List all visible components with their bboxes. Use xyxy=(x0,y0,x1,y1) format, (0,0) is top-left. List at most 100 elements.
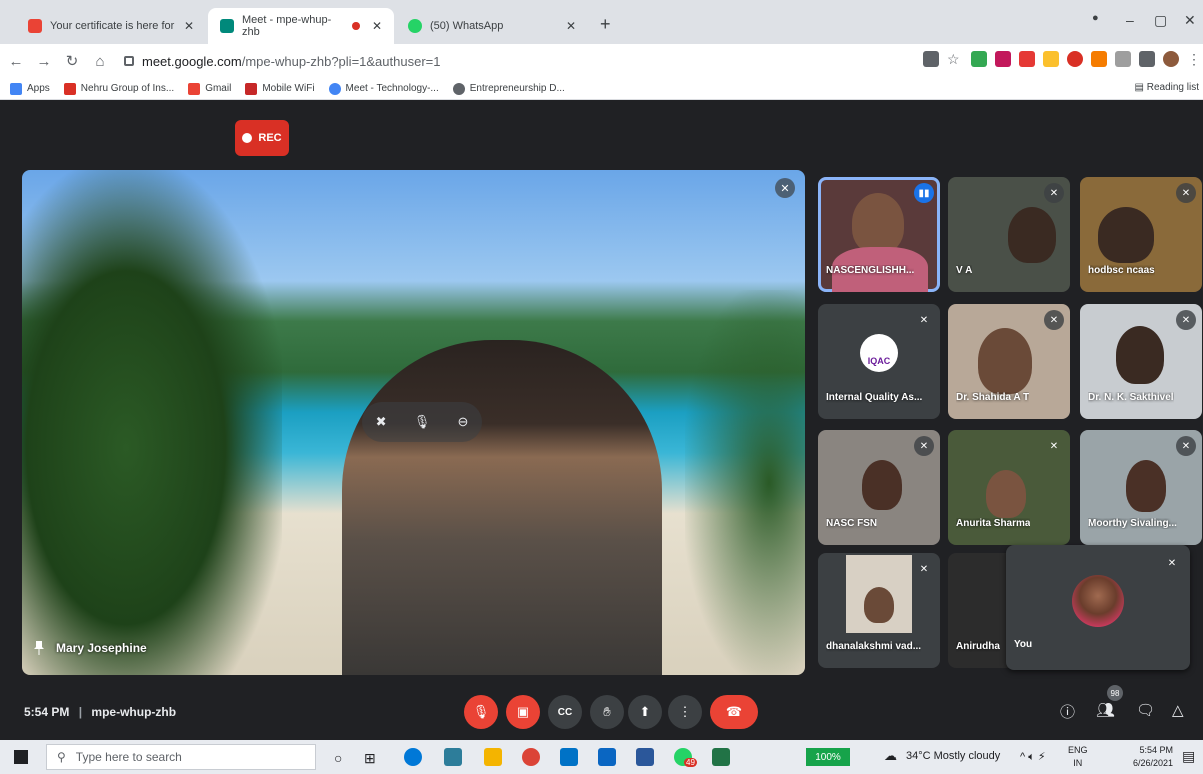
reload-icon[interactable]: ↻ xyxy=(60,52,84,70)
speaker-video xyxy=(342,340,662,675)
record-dot-icon xyxy=(242,133,253,143)
word-icon[interactable] xyxy=(636,748,654,766)
star-icon[interactable]: ☆ xyxy=(947,51,963,67)
ext-icon[interactable] xyxy=(995,51,1011,67)
drive-ext-icon[interactable] xyxy=(971,51,987,67)
present-button[interactable]: ⬆ xyxy=(628,695,662,729)
more-options-button[interactable]: ⋮ xyxy=(668,695,702,729)
ext-icon[interactable] xyxy=(1019,51,1035,67)
participant-tile[interactable]: ✕ hodbsc ncaas xyxy=(1080,177,1202,292)
participant-name: Dr. N. K. Sakthivel xyxy=(1088,392,1174,403)
participant-tile[interactable]: ▮▮ NASCENGLISHH... xyxy=(818,177,940,292)
cortana-icon[interactable]: ○ xyxy=(334,750,342,766)
participant-tile[interactable]: IQAC ✕ Internal Quality As... xyxy=(818,304,940,419)
language-indicator[interactable]: ENG IN xyxy=(1068,744,1088,770)
reading-list[interactable]: ▤ Reading list xyxy=(1135,82,1200,93)
minimize-icon[interactable]: – xyxy=(1126,12,1134,28)
weather-text[interactable]: 34°C Mostly cloudy xyxy=(906,750,1000,762)
ext-icon[interactable] xyxy=(1091,51,1107,67)
mic-off-icon: ✕ xyxy=(775,178,795,198)
store-icon[interactable] xyxy=(444,748,462,766)
file-explorer-icon[interactable] xyxy=(484,748,502,766)
participant-tile[interactable]: ✕ Dr. Shahida A T xyxy=(948,304,1070,419)
ext-icon[interactable] xyxy=(1043,51,1059,67)
remove-icon[interactable]: ⊖ xyxy=(457,414,468,430)
main-speaker-tile[interactable]: ✖ 🎙︎ ⊖ ✕ Mary Josephine xyxy=(22,170,805,675)
close-window-icon[interactable]: ✕ xyxy=(1184,12,1196,29)
forward-icon[interactable]: → xyxy=(32,53,56,70)
edge-icon[interactable] xyxy=(404,748,422,766)
participant-video xyxy=(864,587,894,623)
participant-tile[interactable]: ✕ Moorthy Sivaling... xyxy=(1080,430,1202,545)
bookmark-entrepreneurship[interactable]: Entrepreneurship D... xyxy=(452,82,565,95)
taskbar-search-input[interactable]: ⚲ Type here to search xyxy=(46,744,316,770)
mic-toggle-button[interactable]: 🎙︎ xyxy=(464,695,498,729)
tab-whatsapp[interactable]: (50) WhatsApp ✕ xyxy=(396,8,588,44)
self-view-tile[interactable]: ✕ You xyxy=(1006,545,1190,670)
notification-badge: 49 xyxy=(684,758,697,767)
close-tab-icon[interactable]: ✕ xyxy=(566,19,576,33)
activities-icon[interactable]: △ xyxy=(1172,701,1184,719)
new-tab-icon[interactable]: + xyxy=(600,14,611,35)
back-icon[interactable]: ← xyxy=(4,53,28,70)
ext-icon[interactable] xyxy=(1067,51,1083,67)
rec-label: REC xyxy=(258,132,282,144)
excel-icon[interactable] xyxy=(712,748,730,766)
tab-title: Your certificate is here for "Feedb xyxy=(50,20,176,32)
gmail-icon xyxy=(188,82,201,95)
tab-meet[interactable]: Meet - mpe-whup-zhb ✕ xyxy=(208,8,394,44)
participant-tile[interactable]: ✕ dhanalakshmi vad... xyxy=(818,553,940,668)
speaker-name: Mary Josephine xyxy=(56,641,147,655)
mic-off-icon: ✕ xyxy=(919,314,929,326)
close-tab-icon[interactable]: ✕ xyxy=(372,19,382,33)
camera-toggle-button[interactable]: ▣ xyxy=(506,695,540,729)
profile-icon[interactable]: ● xyxy=(1092,12,1099,24)
bookmark-wifi[interactable]: Mobile WiFi xyxy=(245,82,315,95)
raise-hand-button[interactable]: ✋︎ xyxy=(590,695,624,729)
participant-count-badge: 98 xyxy=(1107,685,1123,701)
address-bar[interactable]: meet.google.com/mpe-whup-zhb?pli=1&authu… xyxy=(124,49,884,73)
camera-icon[interactable] xyxy=(923,51,939,67)
captions-button[interactable]: CC xyxy=(548,695,582,729)
info-icon[interactable]: ⓘ xyxy=(1060,701,1075,722)
people-icon[interactable]: 👥︎ xyxy=(1096,701,1115,719)
tray-icons[interactable]: ^ 🔈︎ ⚡︎ xyxy=(1020,750,1046,764)
recording-indicator[interactable]: REC xyxy=(235,120,289,156)
chat-icon[interactable]: 🗨︎ xyxy=(1136,701,1155,719)
pin-icon[interactable]: ✖ xyxy=(376,414,387,430)
participant-tile[interactable]: ✕ Anurita Sharma xyxy=(948,430,1070,545)
avatar[interactable] xyxy=(1163,51,1179,67)
mic-off-icon[interactable]: 🎙︎ xyxy=(414,414,431,430)
puzzle-icon[interactable] xyxy=(1139,51,1155,67)
battery-indicator[interactable]: 100% xyxy=(806,748,850,766)
mail-icon[interactable] xyxy=(560,748,578,766)
menu-dots-icon[interactable]: ⋮ xyxy=(1187,51,1201,67)
taskbar-clock[interactable]: 5:54 PM 6/26/2021 xyxy=(1133,744,1173,770)
gmail-icon xyxy=(28,19,42,33)
participant-tile[interactable]: ✕ V A xyxy=(948,177,1070,292)
close-tab-icon[interactable]: ✕ xyxy=(184,19,194,33)
participant-tile[interactable]: ✕ NASC FSN xyxy=(818,430,940,545)
speaking-indicator-icon: ▮▮ xyxy=(914,183,934,203)
leave-call-button[interactable]: ☎ xyxy=(710,695,758,729)
bookmark-nehru[interactable]: Nehru Group of Ins... xyxy=(63,82,175,95)
ext-icon[interactable] xyxy=(1115,51,1131,67)
bookmark-meet-tech[interactable]: Meet - Technology-... xyxy=(328,82,439,95)
linkedin-icon[interactable] xyxy=(598,748,616,766)
bookmark-gmail[interactable]: Gmail xyxy=(188,82,231,95)
mic-off-icon: ✕ xyxy=(1167,557,1177,569)
home-icon[interactable]: ⌂ xyxy=(88,53,112,70)
chrome-icon[interactable] xyxy=(522,748,540,766)
participant-video xyxy=(1126,460,1166,512)
maximize-icon[interactable]: ▢ xyxy=(1154,12,1167,29)
participant-tile[interactable]: ✕ Dr. N. K. Sakthivel xyxy=(1080,304,1202,419)
tab-gmail[interactable]: Your certificate is here for "Feedb ✕ xyxy=(16,8,206,44)
tile-hover-controls: ✖ 🎙︎ ⊖ xyxy=(362,402,482,442)
notifications-icon[interactable]: ▤ xyxy=(1182,748,1195,765)
bookmark-label: Entrepreneurship D... xyxy=(469,83,565,94)
windows-start-icon[interactable] xyxy=(14,750,28,764)
bookmark-apps[interactable]: Apps xyxy=(10,82,50,95)
task-view-icon[interactable]: ⊞ xyxy=(364,750,376,767)
globe-icon xyxy=(452,82,465,95)
bookmark-label: Nehru Group of Ins... xyxy=(80,83,175,94)
